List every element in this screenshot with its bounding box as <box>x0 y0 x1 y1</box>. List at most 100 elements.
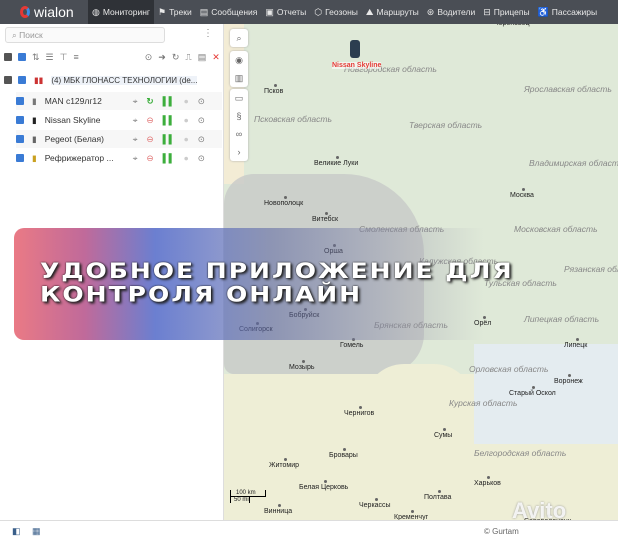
locate-icon[interactable]: ⌖ <box>133 134 138 145</box>
collapse-group-icon[interactable] <box>4 76 12 84</box>
map-search-button[interactable]: ⌕ <box>230 29 248 47</box>
unit-checkbox[interactable] <box>16 97 24 105</box>
connection-icon[interactable]: ▌▌ <box>163 96 175 106</box>
route-icon: ⛰ <box>365 6 374 17</box>
gps-dot-icon: ● <box>183 96 189 106</box>
group-checkbox[interactable] <box>18 76 26 84</box>
map-layers-group: ◉ ▥ <box>230 51 248 87</box>
map-label: Житомир <box>269 458 300 469</box>
unit-checkbox[interactable] <box>16 135 24 143</box>
sensor-icon[interactable]: ↻ <box>172 52 180 63</box>
nav-7[interactable]: ⊟ Прицепы <box>479 0 533 24</box>
map-label: Псков <box>264 84 284 95</box>
promo-text: УДОБНОЕ ПРИЛОЖЕНИЕ ДЛЯ КОНТРОЛЯ ОНЛАЙН <box>40 258 514 307</box>
nav-2[interactable]: ▤ Сообщения <box>196 0 262 24</box>
map-label: Псковская область <box>254 114 332 124</box>
nav-0[interactable]: ◍ Мониторинг <box>88 0 154 24</box>
map-label: Великие Луки <box>314 156 359 167</box>
map-label: Чернигов <box>344 406 375 417</box>
passenger-icon: ♿ <box>537 6 549 17</box>
gps-dot-icon: ● <box>183 115 189 125</box>
expand-icon[interactable]: › <box>230 143 248 161</box>
gps-dot-icon: ● <box>183 153 189 163</box>
commands-icon[interactable]: ⊙ <box>198 115 205 126</box>
map-label: Курская область <box>449 398 518 408</box>
gps-dot-icon: ● <box>183 134 189 144</box>
panel-toggle-icon[interactable]: ◧ <box>12 526 21 537</box>
command-icon[interactable]: ➜ <box>158 52 166 63</box>
locate-icon[interactable]: ⊙ <box>145 52 153 63</box>
nav-5[interactable]: ⛰ Маршруты <box>362 0 423 24</box>
nav-3[interactable]: ▣ Отчеты <box>261 0 310 24</box>
select-all-checkbox[interactable] <box>18 53 26 61</box>
ruler-icon[interactable]: ▭ <box>230 89 248 107</box>
vehicle-label[interactable]: Nissan Skyline <box>332 62 382 69</box>
vehicle-icon: ▮ <box>32 152 37 163</box>
locate-icon[interactable]: ⌖ <box>133 96 138 107</box>
map-label: Белая Церковь <box>299 480 349 491</box>
map-label: Бровары <box>329 448 358 459</box>
grid-icon[interactable]: ▦ <box>32 526 41 537</box>
commands-icon[interactable]: ⊙ <box>198 153 205 164</box>
map-region <box>364 364 474 424</box>
locate-icon[interactable]: ⌖ <box>133 153 138 164</box>
sort-icon[interactable]: ⇅ <box>32 52 40 63</box>
connection-icon[interactable]: ▌▌ <box>163 153 175 163</box>
list-icon[interactable]: ☰ <box>46 52 54 63</box>
commands-icon[interactable]: ⊙ <box>198 96 205 107</box>
vehicle-marker[interactable] <box>350 40 360 58</box>
nav-1[interactable]: ⚑ Треки <box>154 0 196 24</box>
eye-icon[interactable]: ◉ <box>230 51 248 69</box>
top-navbar: wialon ◍ Мониторинг ⚑ Треки ▤ Сообщения ▣ Отчет… <box>0 0 618 24</box>
unit-row[interactable]: ▮ Pegeot (Белая) ⌖ ⊖ ▌▌ ● ⊙ <box>16 130 222 148</box>
unit-row[interactable]: ▮ Nissan Skyline ⌖ ⊖ ▌▌ ● ⊙ <box>16 111 222 129</box>
unit-row[interactable]: ▮ MAN с129лг12 ⌖ ↻ ▌▌ ● ⊙ <box>16 92 222 110</box>
flag-icon: ⚑ <box>158 6 167 17</box>
map-label: Тверская область <box>409 120 483 130</box>
map-icon[interactable]: ▥ <box>230 69 248 87</box>
search-input[interactable]: ⌕ Поиск <box>5 27 165 43</box>
more-menu-icon[interactable]: ⋮ <box>203 28 213 39</box>
add-icon[interactable]: ⊤ <box>60 52 68 63</box>
add-all-icon[interactable]: ≡ <box>73 52 78 62</box>
connection-icon[interactable]: ▌▌ <box>163 115 175 125</box>
stopped-status-icon: ⊖ <box>146 133 154 144</box>
trailer-icon: ⊟ <box>483 6 491 17</box>
unit-row[interactable]: ▮ Рефрижератор ... ⌖ ⊖ ▌▌ ● ⊙ <box>16 149 222 167</box>
route-icon[interactable]: § <box>230 107 248 125</box>
link-icon[interactable]: ∞ <box>230 125 248 143</box>
stopped-status-icon: ⊖ <box>146 114 154 125</box>
globe-icon: ◍ <box>92 6 100 17</box>
map-label: Винница <box>264 504 293 515</box>
map-label: Белгородская область <box>474 448 567 458</box>
map-scale: 100 km 50 mi <box>230 490 266 503</box>
locate-icon[interactable]: ⌖ <box>133 115 138 126</box>
commands-icon[interactable]: ⊙ <box>198 134 205 145</box>
unit-checkbox[interactable] <box>16 116 24 124</box>
delete-icon[interactable]: ▤ <box>198 52 207 63</box>
map-label: Ярославская область <box>524 84 612 94</box>
map-label: Московская область <box>514 224 598 234</box>
map-label: Рязанская область <box>564 264 618 274</box>
close-icon[interactable]: ✕ <box>212 52 220 63</box>
map-label: Мозырь <box>289 360 315 371</box>
wialon-logo[interactable]: wialon <box>0 4 88 20</box>
driver-icon[interactable]: ⎍ <box>185 52 191 63</box>
map-label: Липецк <box>564 338 588 349</box>
logo-icon <box>20 6 30 18</box>
nav-6[interactable]: ⊛ Водители <box>423 0 479 24</box>
map-label: Сумы <box>434 428 453 439</box>
map-tools-group: ▭ § ∞ › <box>230 89 248 161</box>
map-label: Москва <box>510 188 534 199</box>
nav-4[interactable]: ⬡ Геозоны <box>310 0 362 24</box>
collapse-all-icon[interactable] <box>4 53 12 61</box>
connection-icon[interactable]: ▌▌ <box>163 134 175 144</box>
map-label: Череповец <box>494 24 530 27</box>
unit-checkbox[interactable] <box>16 154 24 162</box>
map-label: Владимирская область <box>529 158 618 168</box>
map-label: Полтава <box>424 490 452 501</box>
nav-8[interactable]: ♿ Пассажиры <box>534 0 602 24</box>
report-icon: ▣ <box>265 6 274 17</box>
group-row[interactable]: ▮▮ (4) МБК ГЛОНАСС ТЕХНОЛОГИИ (de... <box>4 71 210 89</box>
stopped-status-icon: ⊖ <box>146 152 154 163</box>
